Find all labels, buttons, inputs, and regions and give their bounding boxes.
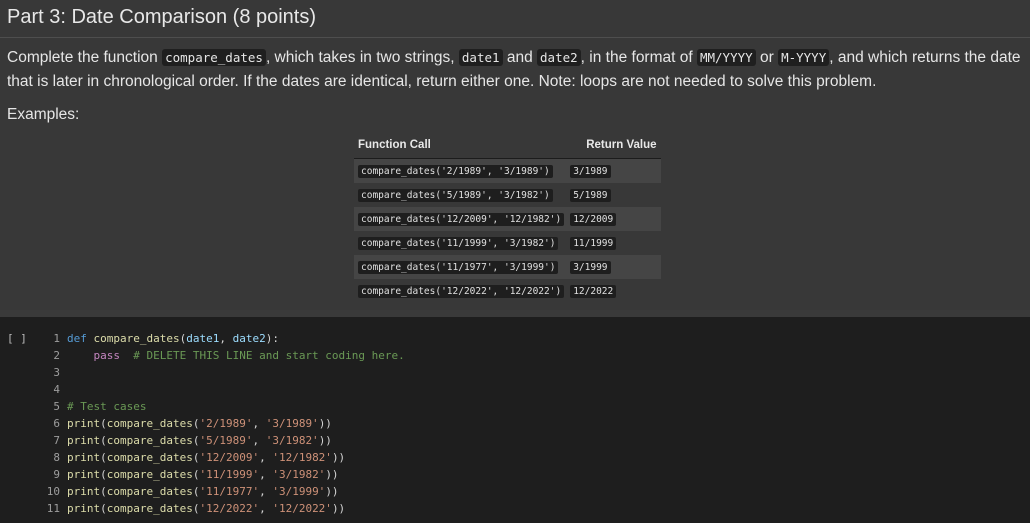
line-number: 4 — [53, 383, 60, 396]
return-value-cell: 11/1999 — [568, 231, 660, 255]
table-header-row: Function Call Return Value — [354, 136, 661, 159]
code-cell[interactable]: [ ] 1 def compare_dates(date1, date2): 2 … — [0, 317, 1030, 523]
desc-text: , in the format of — [580, 49, 697, 66]
desc-text: , which takes in two strings, — [265, 49, 459, 66]
code-text: print(compare_dates('12/2009', '12/1982'… — [67, 451, 346, 464]
function-call-code: compare_dates('2/1989', '3/1989') — [358, 165, 553, 178]
line-number: 2 — [53, 349, 60, 362]
code-line: 7 print(compare_dates('5/1989', '3/1982')… — [40, 432, 405, 449]
code-text: print(compare_dates('11/1977', '3/1999')… — [67, 485, 339, 498]
code-line: 4 — [40, 381, 405, 398]
return-value-cell: 3/1999 — [568, 255, 661, 279]
return-value-code: 12/2009 — [570, 213, 617, 226]
desc-text: and — [502, 49, 538, 66]
return-value-cell: 12/2022 — [568, 279, 660, 303]
line-number: 11 — [46, 502, 60, 515]
return-value-cell: 12/2009 — [568, 207, 661, 231]
line-number: 10 — [46, 485, 60, 498]
line-number: 9 — [53, 468, 60, 481]
return-value-code: 3/1999 — [570, 261, 611, 274]
code-line: 11 print(compare_dates('12/2022', '12/202… — [40, 500, 405, 517]
code-line: 8 print(compare_dates('12/2009', '12/1982… — [40, 449, 405, 466]
line-number: 7 — [53, 434, 60, 447]
code-text: # Test cases — [67, 400, 147, 413]
code-line: 5 # Test cases — [40, 398, 405, 415]
table-row: compare_dates('12/2022', '12/2022') 12/2… — [354, 279, 661, 303]
function-call-cell: compare_dates('12/2009', '12/1982') — [354, 207, 569, 231]
function-call-code: compare_dates('11/1977', '3/1999') — [358, 261, 559, 274]
text-cell: Part 3: Date Comparison (8 points) Compl… — [0, 0, 1030, 310]
function-call-cell: compare_dates('11/1999', '3/1982') — [354, 231, 568, 255]
code-line: 10 print(compare_dates('11/1977', '3/1999… — [40, 483, 405, 500]
table-row: compare_dates('12/2009', '12/1982') 12/2… — [354, 207, 661, 231]
problem-description: Complete the function compare_dates, whi… — [7, 46, 1025, 94]
header-function-call: Function Call — [354, 136, 569, 159]
function-call-code: compare_dates('12/2022', '12/2022') — [358, 285, 565, 298]
code-editor[interactable]: 1 def compare_dates(date1, date2): 2 pass… — [40, 330, 405, 517]
examples-label: Examples: — [7, 106, 80, 123]
inline-code-date1: date1 — [458, 49, 503, 66]
table-row: compare_dates('11/1977', '3/1999') 3/199… — [354, 255, 661, 279]
return-value-code: 12/2022 — [570, 285, 617, 298]
code-line: 3 — [40, 364, 405, 381]
desc-text: Complete the function — [7, 49, 163, 66]
inline-code-format-m-yyyy: M-YYYY — [778, 49, 830, 66]
line-number: 8 — [53, 451, 60, 464]
code-text: print(compare_dates('2/1989', '3/1989')) — [67, 417, 332, 430]
desc-text: or — [755, 49, 779, 66]
function-call-code: compare_dates('5/1989', '3/1982') — [358, 189, 553, 202]
code-line: 6 print(compare_dates('2/1989', '3/1989')… — [40, 415, 405, 432]
inline-code-date2: date2 — [537, 49, 581, 66]
table-row: compare_dates('11/1999', '3/1982') 11/19… — [354, 231, 661, 255]
code-text: pass # DELETE THIS LINE and start coding… — [93, 349, 405, 362]
return-value-cell: 3/1989 — [568, 158, 661, 183]
run-cell-button[interactable]: [ ] — [7, 332, 27, 345]
line-number: 3 — [53, 366, 60, 379]
table-row: compare_dates('2/1989', '3/1989') 3/1989 — [354, 158, 661, 183]
code-text: print(compare_dates('12/2022', '12/2022'… — [67, 502, 346, 515]
code-line: 1 def compare_dates(date1, date2): — [40, 330, 405, 347]
function-call-cell: compare_dates('5/1989', '3/1982') — [354, 183, 568, 207]
code-text: print(compare_dates('5/1989', '3/1982')) — [67, 434, 332, 447]
return-value-cell: 5/1989 — [568, 183, 660, 207]
return-value-code: 11/1999 — [570, 237, 617, 250]
line-number: 5 — [53, 400, 60, 413]
line-number: 1 — [53, 332, 60, 345]
table-row: compare_dates('5/1989', '3/1982') 5/1989 — [354, 183, 661, 207]
function-call-cell: compare_dates('2/1989', '3/1989') — [354, 158, 569, 183]
return-value-code: 3/1989 — [570, 165, 611, 178]
examples-table: Function Call Return Value compare_dates… — [354, 136, 661, 303]
code-line: 9 print(compare_dates('11/1999', '3/1982'… — [40, 466, 405, 483]
function-call-code: compare_dates('11/1999', '3/1982') — [358, 237, 559, 250]
inline-code-function-name: compare_dates — [162, 49, 266, 66]
title-divider — [0, 37, 1030, 38]
inline-code-format-mm-yyyy: MM/YYYY — [696, 49, 756, 66]
header-return-value: Return Value — [568, 136, 661, 159]
code-line: 2 pass # DELETE THIS LINE and start codi… — [40, 347, 405, 364]
return-value-code: 5/1989 — [570, 189, 611, 202]
function-call-cell: compare_dates('11/1977', '3/1999') — [354, 255, 569, 279]
function-call-code: compare_dates('12/2009', '12/1982') — [358, 213, 565, 226]
page-title: Part 3: Date Comparison (8 points) — [7, 6, 317, 28]
code-text: def compare_dates(date1, date2): — [67, 332, 279, 345]
code-text: print(compare_dates('11/1999', '3/1982')… — [67, 468, 339, 481]
line-number: 6 — [53, 417, 60, 430]
function-call-cell: compare_dates('12/2022', '12/2022') — [354, 279, 568, 303]
